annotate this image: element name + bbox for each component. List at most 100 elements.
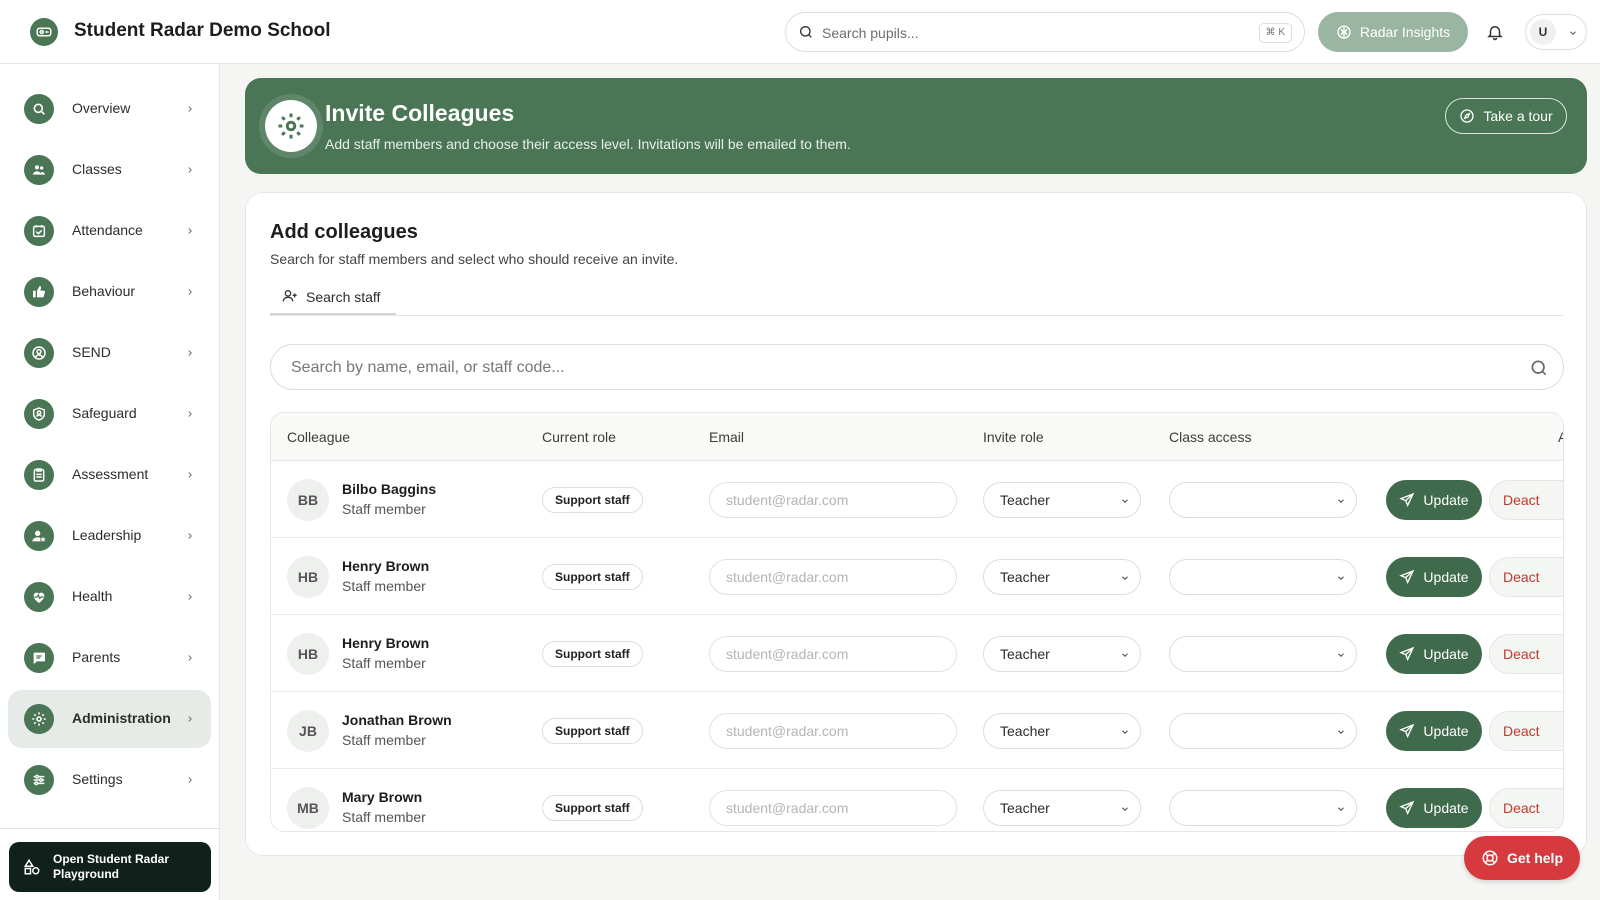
banner-gear-badge [265,100,317,152]
pupil-search-input[interactable] [822,22,1242,44]
table-row: JB Jonathan Brown Staff member Support s… [271,692,1563,769]
sidebar-item-overview[interactable]: Overview [8,80,211,138]
email-field[interactable] [709,713,957,749]
class-access-select[interactable] [1169,559,1357,595]
user-plus-icon [282,290,297,302]
sidebar-item-label: Safeguard [72,405,137,421]
class-access-select[interactable] [1169,482,1357,518]
brand-logo[interactable] [30,18,58,46]
sidebar-item-administration[interactable]: Administration [8,690,211,748]
sidebar-item-attendance[interactable]: Attendance [8,202,211,260]
sidebar-item-classes[interactable]: Classes [8,141,211,199]
update-label: Update [1423,492,1469,508]
invite-role-value: Teacher [1000,723,1050,739]
email-field[interactable] [709,636,957,672]
table-header: Colleague Current role Email Invite role… [271,413,1563,461]
sidebar-item-label: Leadership [72,527,142,543]
column-header-class-access: Class access [1169,429,1252,445]
chevron-down-icon [1338,730,1344,734]
chevron-right-icon [188,350,192,356]
tab-search-staff[interactable]: Search staff [270,279,396,315]
sidebar-item-label: SEND [72,344,111,360]
sidebar-item-health[interactable]: Health [8,568,211,626]
update-button[interactable]: Update [1386,480,1482,520]
sidebar-item-leadership[interactable]: Leadership [8,507,211,565]
class-access-select[interactable] [1169,713,1357,749]
invite-role-select[interactable]: Teacher [983,636,1141,672]
sidebar-item-safeguard[interactable]: Safeguard [8,385,211,443]
sidebar-item-behaviour[interactable]: Behaviour [8,263,211,321]
chevron-down-icon [1338,576,1344,580]
invite-role-select[interactable]: Teacher [983,790,1141,826]
radar-logo-icon [36,27,52,37]
send-icon [1399,800,1415,815]
deactivate-button[interactable]: Deact [1489,634,1563,674]
colleague-name: Bilbo Baggins [342,481,437,497]
search-icon[interactable] [1529,358,1549,378]
page-title: Invite Colleagues [325,100,515,126]
sidebar: Overview Classes Attendance Behaviour SE… [0,64,220,900]
chevron-right-icon [188,411,192,417]
staff-search-input[interactable] [291,357,1491,379]
gear-icon [278,113,304,139]
avatar: MB [287,787,329,829]
sliders-icon [24,765,54,795]
compass-icon [1460,109,1475,123]
chevron-down-icon [1122,730,1128,734]
update-button[interactable]: Update [1386,634,1482,674]
colleagues-table: Colleague Current role Email Invite role… [270,412,1564,832]
lifebuoy-icon [1482,850,1498,866]
sidebar-item-settings[interactable]: Settings [8,751,211,809]
invite-role-value: Teacher [1000,492,1050,508]
sidebar-item-assessment[interactable]: Assessment [8,446,211,504]
deactivate-button[interactable]: Deact [1489,480,1563,520]
invite-role-value: Teacher [1000,646,1050,662]
update-button[interactable]: Update [1386,788,1482,828]
radar-insights-button[interactable]: Radar Insights [1318,12,1468,52]
sidebar-item-send[interactable]: SEND [8,324,211,382]
staff-search[interactable] [270,344,1564,390]
email-field[interactable] [709,790,957,826]
send-icon [1399,723,1415,738]
deactivate-button[interactable]: Deact [1489,711,1563,751]
open-playground-button[interactable]: Open Student Radar Playground [9,842,211,892]
pupil-search[interactable]: ⌘ K [785,12,1305,52]
chevron-down-icon [1338,653,1344,657]
deactivate-button[interactable]: Deact [1489,557,1563,597]
invite-role-select[interactable]: Teacher [983,713,1141,749]
deactivate-button[interactable]: Deact [1489,788,1563,828]
class-access-select[interactable] [1169,790,1357,826]
take-tour-button[interactable]: Take a tour [1445,98,1567,134]
colleague-subrole: Staff member [342,809,426,825]
email-field[interactable] [709,559,957,595]
shield-user-icon [24,399,54,429]
tab-label: Search staff [306,289,381,305]
invite-role-select[interactable]: Teacher [983,559,1141,595]
sidebar-item-label: Overview [72,100,131,116]
current-role-badge: Support staff [542,795,643,821]
current-role-badge: Support staff [542,718,643,744]
take-tour-label: Take a tour [1483,108,1553,124]
school-name: Student Radar Demo School [74,20,331,41]
user-menu[interactable]: U [1525,14,1587,50]
radar-insights-label: Radar Insights [1359,24,1451,40]
sidebar-item-parents[interactable]: Parents [8,629,211,687]
invite-banner: Invite Colleagues Add staff members and … [245,78,1587,174]
shapes-icon [23,858,40,875]
colleague-name: Jonathan Brown [342,712,452,728]
invite-role-select[interactable]: Teacher [983,482,1141,518]
email-field[interactable] [709,482,957,518]
brain-icon [1337,25,1351,39]
get-help-button[interactable]: Get help [1464,836,1580,880]
class-access-select[interactable] [1169,636,1357,672]
notifications-bell-icon[interactable] [1486,22,1504,42]
sidebar-item-label: Health [72,588,113,604]
invite-role-value: Teacher [1000,569,1050,585]
send-icon [1399,492,1415,507]
update-button[interactable]: Update [1386,711,1482,751]
card-subtitle: Search for staff members and select who … [270,251,679,267]
sidebar-divider [0,828,220,829]
table-row: MB Mary Brown Staff member Support staff… [271,769,1563,831]
open-playground-label: Open Student Radar Playground [53,852,170,881]
update-button[interactable]: Update [1386,557,1482,597]
